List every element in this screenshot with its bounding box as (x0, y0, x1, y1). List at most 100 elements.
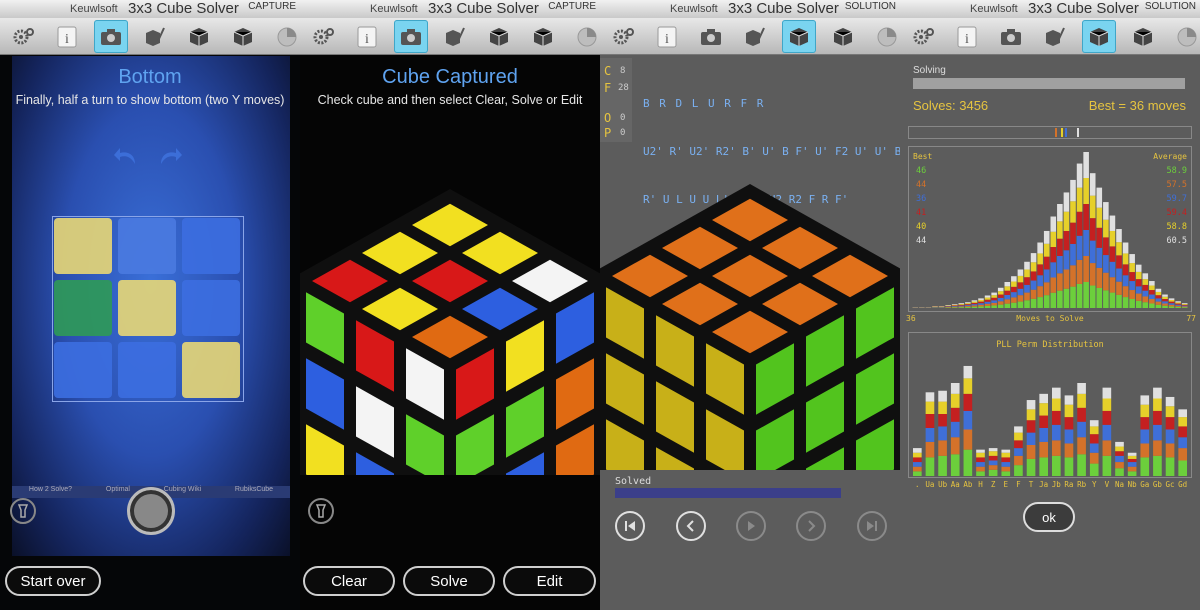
gear-tool-button[interactable] (606, 20, 640, 53)
app-title: 3x3 Cube Solver (1028, 0, 1139, 17)
histogram-bar-segment (978, 298, 984, 300)
pll-bar-segment (963, 365, 973, 379)
statistics-tool-button[interactable] (1170, 20, 1200, 53)
pll-label: . (915, 480, 920, 489)
histogram-bar-segment (1017, 269, 1024, 276)
camera-icon (401, 28, 421, 45)
solve-button[interactable]: Solve (403, 566, 495, 596)
count-key: F (604, 81, 612, 95)
scramble-cube-tool-button[interactable] (226, 20, 260, 53)
histogram-bar-segment (1096, 207, 1103, 228)
info-tool-button[interactable]: i (50, 20, 84, 53)
edit-cube-tool-button[interactable] (138, 20, 172, 53)
scramble-cube-tool-button[interactable] (1126, 20, 1160, 53)
pll-label: Y (1091, 480, 1097, 489)
edit-cube-tool-button[interactable] (438, 20, 472, 53)
camera-tool-button[interactable] (394, 20, 428, 53)
pll-bar-segment (938, 455, 947, 476)
moves-histogram (912, 152, 1188, 308)
pll-label: Aa (950, 480, 960, 489)
solve-cube-tool-button[interactable] (482, 20, 516, 53)
solve-cube-tool-button[interactable] (182, 20, 216, 53)
play-button[interactable] (736, 511, 766, 541)
histogram-bar-segment (1162, 301, 1168, 304)
info-tool-button[interactable]: i (950, 20, 984, 53)
histogram-bar-segment (1135, 286, 1142, 294)
pll-bar-segment (988, 460, 998, 466)
info-tool-button[interactable]: i (350, 20, 384, 53)
toolbar: i (600, 18, 900, 55)
histogram-bar-segment (1109, 246, 1116, 262)
histogram-bar-segment (1175, 301, 1181, 303)
histogram-bar-segment (1011, 276, 1017, 282)
pll-bar-segment (1165, 429, 1175, 444)
pll-bar-segment (1153, 440, 1162, 456)
next-move-button[interactable] (796, 511, 826, 541)
solve-cube-tool-button[interactable] (782, 20, 816, 53)
face-sticker (118, 280, 176, 336)
shutter-button[interactable] (127, 487, 175, 535)
torch-button[interactable] (308, 498, 334, 524)
start-over-button[interactable]: Start over (5, 566, 101, 596)
histogram-bar-segment (1149, 281, 1155, 286)
first-move-button[interactable] (615, 511, 645, 541)
torch-button[interactable] (10, 498, 36, 524)
histogram-bar-segment (978, 299, 984, 302)
statistics-tool-button[interactable] (570, 20, 600, 53)
pll-label: Z (990, 480, 996, 489)
edit-cube-tool-button[interactable] (1038, 20, 1072, 53)
prev-move-button[interactable] (676, 511, 706, 541)
histogram-bar-segment (1063, 230, 1070, 251)
histogram-bar-segment (1103, 202, 1109, 220)
histogram-bar-segment (1030, 253, 1037, 263)
clear-button[interactable]: Clear (303, 566, 395, 596)
histogram-bar-segment (1129, 263, 1135, 273)
histogram-bar-segment (984, 297, 991, 300)
histogram-bar-segment (965, 305, 971, 307)
pll-bar-segment (1077, 393, 1086, 408)
histogram-bar-segment (978, 304, 984, 307)
ok-button[interactable]: ok (1023, 502, 1075, 532)
scramble-cube-tool-button[interactable] (526, 20, 560, 53)
edit-button[interactable]: Edit (503, 566, 596, 596)
histogram-bar-segment (1142, 279, 1149, 285)
histogram-bar-segment (1129, 290, 1135, 300)
edit-cube-tool-button[interactable] (738, 20, 772, 53)
histogram-bar-segment (1129, 254, 1135, 264)
pll-bar-segment (925, 392, 935, 402)
bg-link: RubiksCube (234, 486, 274, 493)
flashlight-icon (315, 504, 327, 518)
x-axis-max: 77 (1186, 314, 1196, 323)
camera-tool-button[interactable] (994, 20, 1028, 53)
histogram-bar-segment (1096, 247, 1103, 268)
gear-tool-button[interactable] (6, 20, 40, 53)
histogram-bar-segment (1076, 187, 1083, 212)
histogram-bar-segment (1057, 256, 1063, 274)
histogram-bar-segment (1063, 211, 1070, 231)
statistics-tool-button[interactable] (870, 20, 900, 53)
count-key: O (604, 111, 612, 125)
statistics-tool-button[interactable] (270, 20, 300, 53)
histogram-bar-segment (1024, 269, 1030, 278)
pll-label: Gd (1178, 480, 1188, 489)
camera-tool-button[interactable] (694, 20, 728, 53)
scramble-cube-tool-button[interactable] (826, 20, 860, 53)
histogram-bar-segment (997, 294, 1004, 298)
pll-bar-segment (1026, 458, 1036, 476)
histogram-bar-segment (1070, 179, 1076, 202)
solve-cube-tool-button[interactable] (1082, 20, 1116, 53)
histogram-bar-segment (1181, 304, 1188, 306)
histogram-bar-segment (1050, 277, 1057, 293)
histogram-bar-segment (1122, 286, 1129, 298)
info-tool-button[interactable]: i (650, 20, 684, 53)
histogram-bar-segment (1083, 152, 1089, 178)
histogram-bar-segment (1109, 292, 1116, 308)
pll-bar-segment (963, 393, 973, 411)
gear-tool-button[interactable] (306, 20, 340, 53)
last-move-button[interactable] (857, 511, 887, 541)
gear-tool-button[interactable] (906, 20, 940, 53)
histogram-bar-segment (978, 301, 984, 304)
pll-bar-segment (1127, 471, 1137, 476)
camera-tool-button[interactable] (94, 20, 128, 53)
histogram-bar-segment (978, 303, 984, 305)
